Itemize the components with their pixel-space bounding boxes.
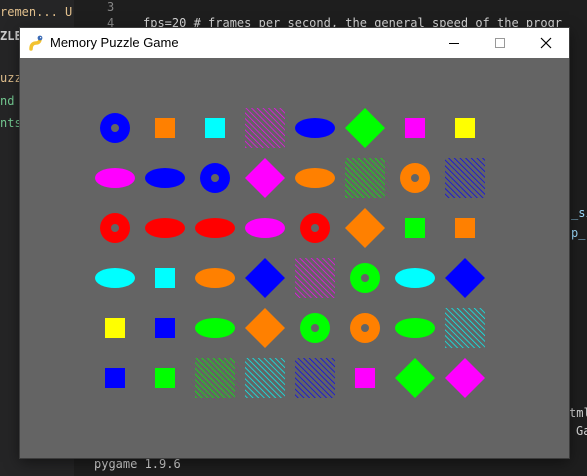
editor-tab[interactable]: remen... U — [0, 5, 72, 19]
purple-lines-tile[interactable] — [245, 108, 285, 148]
red-oval-tile[interactable] — [195, 218, 235, 238]
blue-oval-tile[interactable] — [145, 168, 185, 188]
orange-donut-tile[interactable] — [400, 163, 430, 193]
terminal-output: pygame 1.9.6 — [94, 457, 181, 471]
orange-square-tile[interactable] — [455, 218, 475, 238]
green-oval-tile[interactable] — [395, 318, 435, 338]
orange-diamond-tile[interactable] — [345, 208, 385, 248]
pygame-window: Memory Puzzle Game — [20, 28, 569, 458]
minimize-icon — [449, 43, 459, 44]
minimize-button[interactable] — [431, 28, 477, 58]
code-fragment: _si — [571, 206, 587, 220]
explorer-section-title: ZLE — [0, 29, 22, 43]
orange-oval-tile[interactable] — [195, 268, 235, 288]
orange-donut-tile[interactable] — [350, 313, 380, 343]
red-oval-tile[interactable] — [145, 218, 185, 238]
blue-oval-tile[interactable] — [295, 118, 335, 138]
cyan-square-tile[interactable] — [155, 268, 175, 288]
green-square-tile[interactable] — [405, 218, 425, 238]
blue-square-tile[interactable] — [105, 368, 125, 388]
red-donut-tile[interactable] — [300, 213, 330, 243]
editor-tab-label: remen... — [0, 5, 58, 19]
blue-donut-tile[interactable] — [200, 163, 230, 193]
purple-oval-tile[interactable] — [95, 168, 135, 188]
pygame-snake-icon — [28, 35, 44, 51]
editor-tab-status: U — [65, 5, 73, 19]
code-fragment: Ga — [576, 424, 587, 438]
cyan-square-tile[interactable] — [205, 118, 225, 138]
purple-square-tile[interactable] — [405, 118, 425, 138]
code-fragment: tml — [569, 406, 587, 420]
window-titlebar[interactable]: Memory Puzzle Game — [20, 28, 569, 58]
green-donut-tile[interactable] — [350, 263, 380, 293]
green-oval-tile[interactable] — [195, 318, 235, 338]
cyan-lines-tile[interactable] — [445, 308, 485, 348]
blue-lines-tile[interactable] — [295, 358, 335, 398]
explorer-item[interactable]: uzz — [0, 71, 22, 85]
purple-diamond-tile[interactable] — [245, 158, 285, 198]
code-fragment: p_ — [571, 226, 586, 240]
explorer-item[interactable]: nd — [0, 94, 14, 108]
blue-donut-tile[interactable] — [100, 113, 130, 143]
yellow-square-tile[interactable] — [455, 118, 475, 138]
orange-oval-tile[interactable] — [295, 168, 335, 188]
line-number: 3 — [107, 0, 115, 14]
green-lines-tile[interactable] — [345, 158, 385, 198]
orange-square-tile[interactable] — [155, 118, 175, 138]
maximize-button[interactable] — [477, 28, 523, 58]
cyan-oval-tile[interactable] — [395, 268, 435, 288]
red-donut-tile[interactable] — [100, 213, 130, 243]
cyan-lines-tile[interactable] — [245, 358, 285, 398]
yellow-square-tile[interactable] — [105, 318, 125, 338]
board-canvas[interactable] — [20, 58, 569, 458]
game-board[interactable] — [20, 58, 569, 458]
purple-square-tile[interactable] — [355, 368, 375, 388]
green-lines-tile[interactable] — [195, 358, 235, 398]
blue-diamond-tile[interactable] — [445, 258, 485, 298]
close-button[interactable] — [523, 28, 569, 58]
blue-diamond-tile[interactable] — [245, 258, 285, 298]
green-square-tile[interactable] — [155, 368, 175, 388]
orange-diamond-tile[interactable] — [245, 308, 285, 348]
window-title: Memory Puzzle Game — [50, 35, 179, 50]
blue-square-tile[interactable] — [155, 318, 175, 338]
green-donut-tile[interactable] — [300, 313, 330, 343]
green-diamond-tile[interactable] — [395, 358, 435, 398]
purple-diamond-tile[interactable] — [445, 358, 485, 398]
close-icon — [540, 37, 552, 49]
purple-oval-tile[interactable] — [245, 218, 285, 238]
purple-lines-tile[interactable] — [295, 258, 335, 298]
green-diamond-tile[interactable] — [345, 108, 385, 148]
blue-lines-tile[interactable] — [445, 158, 485, 198]
cyan-oval-tile[interactable] — [95, 268, 135, 288]
maximize-icon — [495, 38, 505, 48]
